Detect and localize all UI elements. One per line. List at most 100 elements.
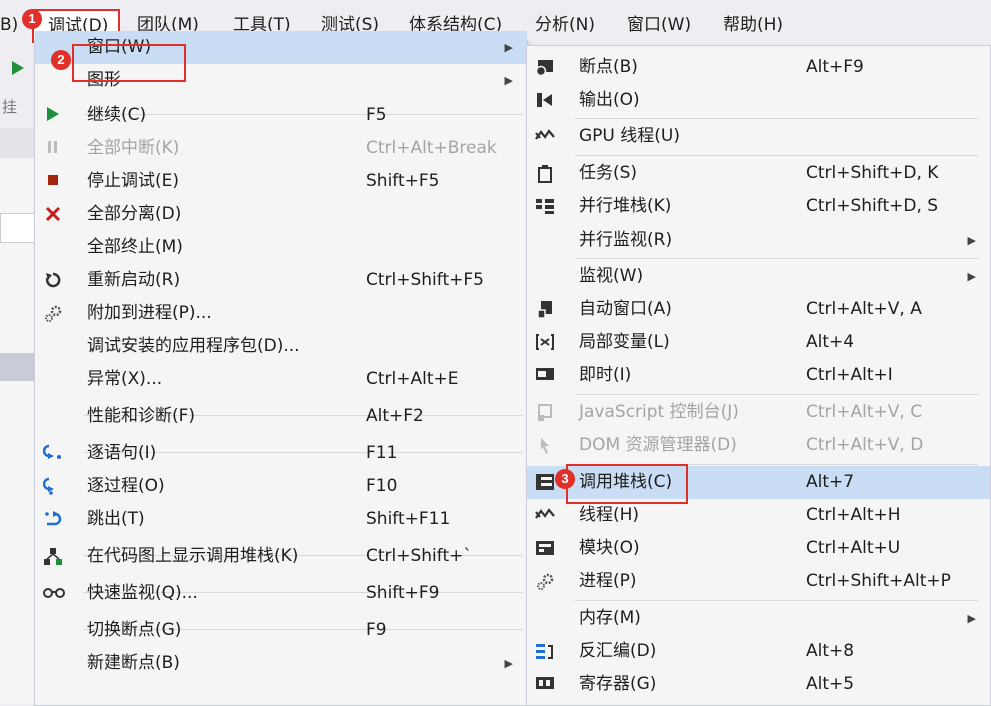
step-badge-2: 2 bbox=[51, 50, 71, 70]
menu-item-13[interactable]: 逐语句(I) F11 bbox=[35, 437, 527, 470]
step-over-icon bbox=[42, 477, 63, 497]
menu-item-label: 窗口(W) bbox=[87, 37, 152, 57]
gpu-threads-icon bbox=[535, 127, 555, 147]
menu-item-6[interactable]: 并行监视(R) ▶ bbox=[527, 224, 990, 257]
menu-item-shortcut: Alt+8 bbox=[806, 641, 855, 661]
menu-item-label: 寄存器(G) bbox=[579, 674, 657, 694]
stop-icon bbox=[43, 172, 63, 192]
menu-item-label: 在代码图上显示调用堆栈(K) bbox=[87, 546, 299, 566]
menu-item-5[interactable]: 停止调试(E) Shift+F5 bbox=[35, 165, 527, 198]
menu-item-shortcut: Ctrl+Alt+E bbox=[366, 369, 459, 389]
x-icon bbox=[43, 205, 63, 225]
menu-item-16[interactable]: 在代码图上显示调用堆栈(K) Ctrl+Shift+` bbox=[35, 540, 527, 573]
menu-item-shortcut: Shift+F5 bbox=[366, 171, 440, 191]
menu-item-label: 调试安装的应用程序包(D)... bbox=[87, 336, 300, 356]
menu-item-label: 新建断点(B) bbox=[87, 653, 180, 673]
menu-item-label: 全部中断(K) bbox=[87, 138, 180, 158]
menu-item-10[interactable]: 即时(I) Ctrl+Alt+I bbox=[527, 359, 990, 392]
toolbar-row-2: 挂 bbox=[0, 88, 34, 128]
menu-item-shortcut: Ctrl+Shift+D, K bbox=[806, 163, 939, 183]
menu-item-shortcut: Ctrl+Alt+H bbox=[806, 505, 901, 525]
menu-item-7[interactable]: 全部终止(M) bbox=[35, 231, 527, 264]
step-badge-1: 1 bbox=[22, 9, 42, 29]
menu-item-14[interactable]: 线程(H) Ctrl+Alt+H bbox=[527, 499, 990, 532]
menu-item-shortcut: F9 bbox=[366, 620, 387, 640]
menu-item-13[interactable]: 调用堆栈(C) Alt+7 bbox=[527, 466, 990, 499]
menu-item-15[interactable]: 跳出(T) Shift+F11 bbox=[35, 503, 527, 536]
menubar-item-analyze[interactable]: 分析(N) bbox=[535, 12, 595, 38]
menu-item-label: 全部终止(M) bbox=[87, 237, 183, 257]
start-icon[interactable] bbox=[11, 60, 25, 76]
menu-item-12[interactable]: 性能和诊断(F) Alt+F2 bbox=[35, 400, 527, 433]
menu-separator bbox=[575, 394, 978, 395]
call-stack-icon bbox=[535, 473, 555, 493]
submenu-arrow-icon: ▶ bbox=[504, 74, 513, 87]
menu-item-19[interactable]: 寄存器(G) Alt+5 bbox=[527, 668, 990, 701]
menu-item-label: 停止调试(E) bbox=[87, 171, 180, 191]
menu-item-8[interactable]: 重新启动(R) Ctrl+Shift+F5 bbox=[35, 264, 527, 297]
menu-item-16[interactable]: 进程(P) Ctrl+Shift+Alt+P bbox=[527, 565, 990, 598]
submenu-arrow-icon: ▶ bbox=[967, 270, 976, 283]
menu-item-label: 进程(P) bbox=[579, 571, 637, 591]
menu-item-9[interactable]: 局部变量(L) Alt+4 bbox=[527, 326, 990, 359]
menu-item-1[interactable]: 断点(B) Alt+F9 bbox=[527, 51, 990, 84]
menu-item-label: 异常(X)... bbox=[87, 369, 163, 389]
menu-item-label: DOM 资源管理器(D) bbox=[579, 435, 737, 455]
menu-separator bbox=[575, 155, 978, 156]
registers-icon bbox=[535, 675, 555, 695]
menu-item-17[interactable]: 内存(M) ▶ bbox=[527, 602, 990, 635]
menu-item-shortcut: Ctrl+Shift+Alt+P bbox=[806, 571, 951, 591]
code-map-icon bbox=[43, 547, 63, 567]
glasses-icon bbox=[43, 584, 65, 604]
menu-item-4[interactable]: 任务(S) Ctrl+Shift+D, K bbox=[527, 157, 990, 190]
menu-item-label: 重新启动(R) bbox=[87, 270, 181, 290]
menu-item-label: 快速监视(Q)... bbox=[87, 583, 198, 603]
menu-item-label: 任务(S) bbox=[579, 163, 638, 183]
menu-item-label: 并行监视(R) bbox=[579, 230, 673, 250]
menu-item-label: 局部变量(L) bbox=[579, 332, 670, 352]
menubar-item-build[interactable]: B) bbox=[0, 12, 18, 38]
menu-item-10[interactable]: 调试安装的应用程序包(D)... bbox=[35, 330, 527, 363]
menu-item-2[interactable]: 输出(O) bbox=[527, 84, 990, 117]
menu-item-18[interactable]: 反汇编(D) Alt+8 bbox=[527, 635, 990, 668]
menu-item-17[interactable]: 快速监视(Q)... Shift+F9 bbox=[35, 577, 527, 610]
menu-item-11[interactable]: 异常(X)... Ctrl+Alt+E bbox=[35, 363, 527, 396]
menu-item-shortcut: Ctrl+Alt+V, D bbox=[806, 435, 924, 455]
menu-item-label: JavaScript 控制台(J) bbox=[579, 402, 739, 422]
menu-separator bbox=[575, 464, 978, 465]
immediate-icon bbox=[535, 366, 555, 386]
modules-icon bbox=[535, 539, 555, 559]
menu-item-shortcut: Ctrl+Shift+` bbox=[366, 546, 472, 566]
menu-item-5[interactable]: 并行堆栈(K) Ctrl+Shift+D, S bbox=[527, 190, 990, 223]
menu-item-7[interactable]: 监视(W) ▶ bbox=[527, 260, 990, 293]
menu-item-label: 切换断点(G) bbox=[87, 620, 182, 640]
menu-item-label: 逐语句(I) bbox=[87, 443, 157, 463]
input-box[interactable] bbox=[0, 213, 36, 243]
menu-item-2[interactable]: 图形 ▶ bbox=[35, 64, 527, 97]
menu-item-15[interactable]: 模块(O) Ctrl+Alt+U bbox=[527, 532, 990, 565]
autos-icon bbox=[535, 300, 555, 320]
menubar-item-help[interactable]: 帮助(H) bbox=[723, 12, 783, 38]
menu-item-label: 逐过程(O) bbox=[87, 476, 165, 496]
disassembly-icon bbox=[535, 642, 555, 662]
menu-item-shortcut: Ctrl+Shift+F5 bbox=[366, 270, 484, 290]
menu-item-shortcut: Alt+4 bbox=[806, 332, 855, 352]
selected-row bbox=[0, 353, 34, 381]
menu-item-shortcut: Alt+F9 bbox=[806, 57, 864, 77]
menu-item-shortcut: Ctrl+Alt+I bbox=[806, 365, 893, 385]
menu-item-shortcut: Ctrl+Alt+Break bbox=[366, 138, 497, 158]
menu-item-18[interactable]: 切换断点(G) F9 bbox=[35, 614, 527, 647]
menu-item-6[interactable]: 全部分离(D) bbox=[35, 198, 527, 231]
menu-item-1[interactable]: 窗口(W) ▶ bbox=[35, 31, 527, 64]
menubar-item-window[interactable]: 窗口(W) bbox=[627, 12, 691, 38]
menu-item-label: 即时(I) bbox=[579, 365, 632, 385]
submenu-arrow-icon: ▶ bbox=[967, 612, 976, 625]
menu-item-8[interactable]: 自动窗口(A) Ctrl+Alt+V, A bbox=[527, 293, 990, 326]
menu-separator bbox=[575, 258, 978, 259]
menu-item-3[interactable]: 继续(C) F5 bbox=[35, 99, 527, 132]
menu-item-14[interactable]: 逐过程(O) F10 bbox=[35, 470, 527, 503]
menu-item-9[interactable]: 附加到进程(P)... bbox=[35, 297, 527, 330]
processes-icon bbox=[535, 572, 555, 592]
menu-item-3[interactable]: GPU 线程(U) bbox=[527, 120, 990, 153]
menu-item-19[interactable]: 新建断点(B) ▶ bbox=[35, 647, 527, 680]
